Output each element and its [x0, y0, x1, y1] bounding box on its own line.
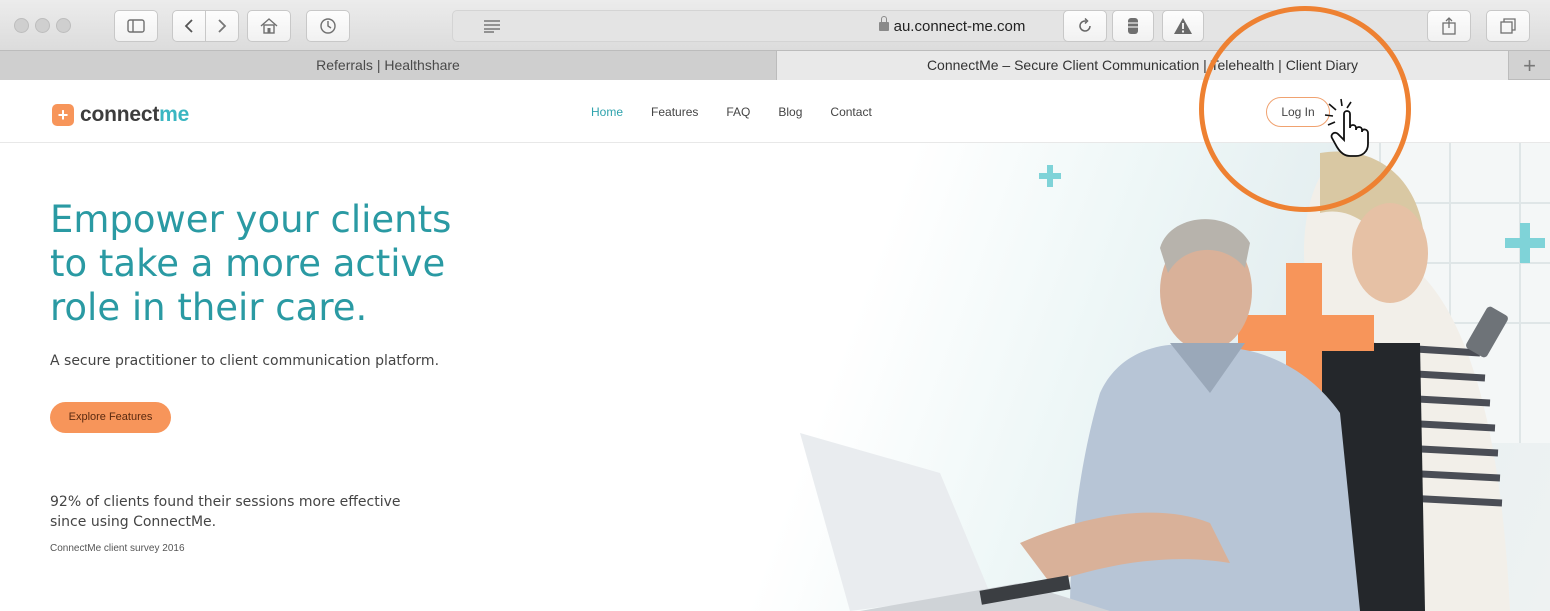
- warning-icon[interactable]: [1162, 10, 1204, 42]
- home-icon[interactable]: [247, 10, 291, 42]
- share-icon[interactable]: [1427, 10, 1471, 42]
- logo-text-me: me: [159, 103, 190, 126]
- nav-features[interactable]: Features: [651, 105, 698, 119]
- connectme-logo[interactable]: + connect me: [52, 103, 189, 127]
- tab-referrals[interactable]: Referrals | Healthshare: [0, 51, 777, 80]
- nav-faq[interactable]: FAQ: [726, 105, 750, 119]
- extension-icon[interactable]: [1112, 10, 1154, 42]
- stat-text: 92% of clients found their sessions more…: [50, 494, 401, 530]
- close-window-icon[interactable]: [14, 18, 29, 33]
- reload-icon[interactable]: [1063, 10, 1107, 42]
- lock-icon: [878, 16, 889, 31]
- sidebar-icon[interactable]: [114, 10, 158, 42]
- new-tab-button[interactable]: +: [1508, 51, 1550, 80]
- back-icon[interactable]: [172, 10, 206, 42]
- logo-text-connect: connect: [80, 103, 160, 126]
- main-nav: Home Features FAQ Blog Contact: [591, 105, 900, 119]
- nav-home[interactable]: Home: [591, 105, 623, 119]
- nav-contact[interactable]: Contact: [830, 105, 871, 119]
- hero-subtitle: A secure practitioner to client communic…: [50, 353, 440, 369]
- explore-features-button[interactable]: Explore Features: [50, 402, 171, 433]
- zoom-window-icon[interactable]: [56, 18, 71, 33]
- history-icon[interactable]: [306, 10, 350, 42]
- forward-icon[interactable]: [205, 10, 239, 42]
- hero-title: Empower your clients to take a more acti…: [50, 198, 452, 329]
- minimize-window-icon[interactable]: [35, 18, 50, 33]
- nav-blog[interactable]: Blog: [778, 105, 802, 119]
- tabs-icon[interactable]: [1486, 10, 1530, 42]
- highlight-ring: [1199, 6, 1411, 212]
- url-text: au.connect-me.com: [893, 18, 1026, 35]
- stat-source: ConnectMe client survey 2016: [50, 543, 185, 554]
- hero-image: [690, 143, 1550, 611]
- logo-plus-icon: +: [52, 104, 74, 126]
- hand-cursor-icon: [1322, 98, 1377, 165]
